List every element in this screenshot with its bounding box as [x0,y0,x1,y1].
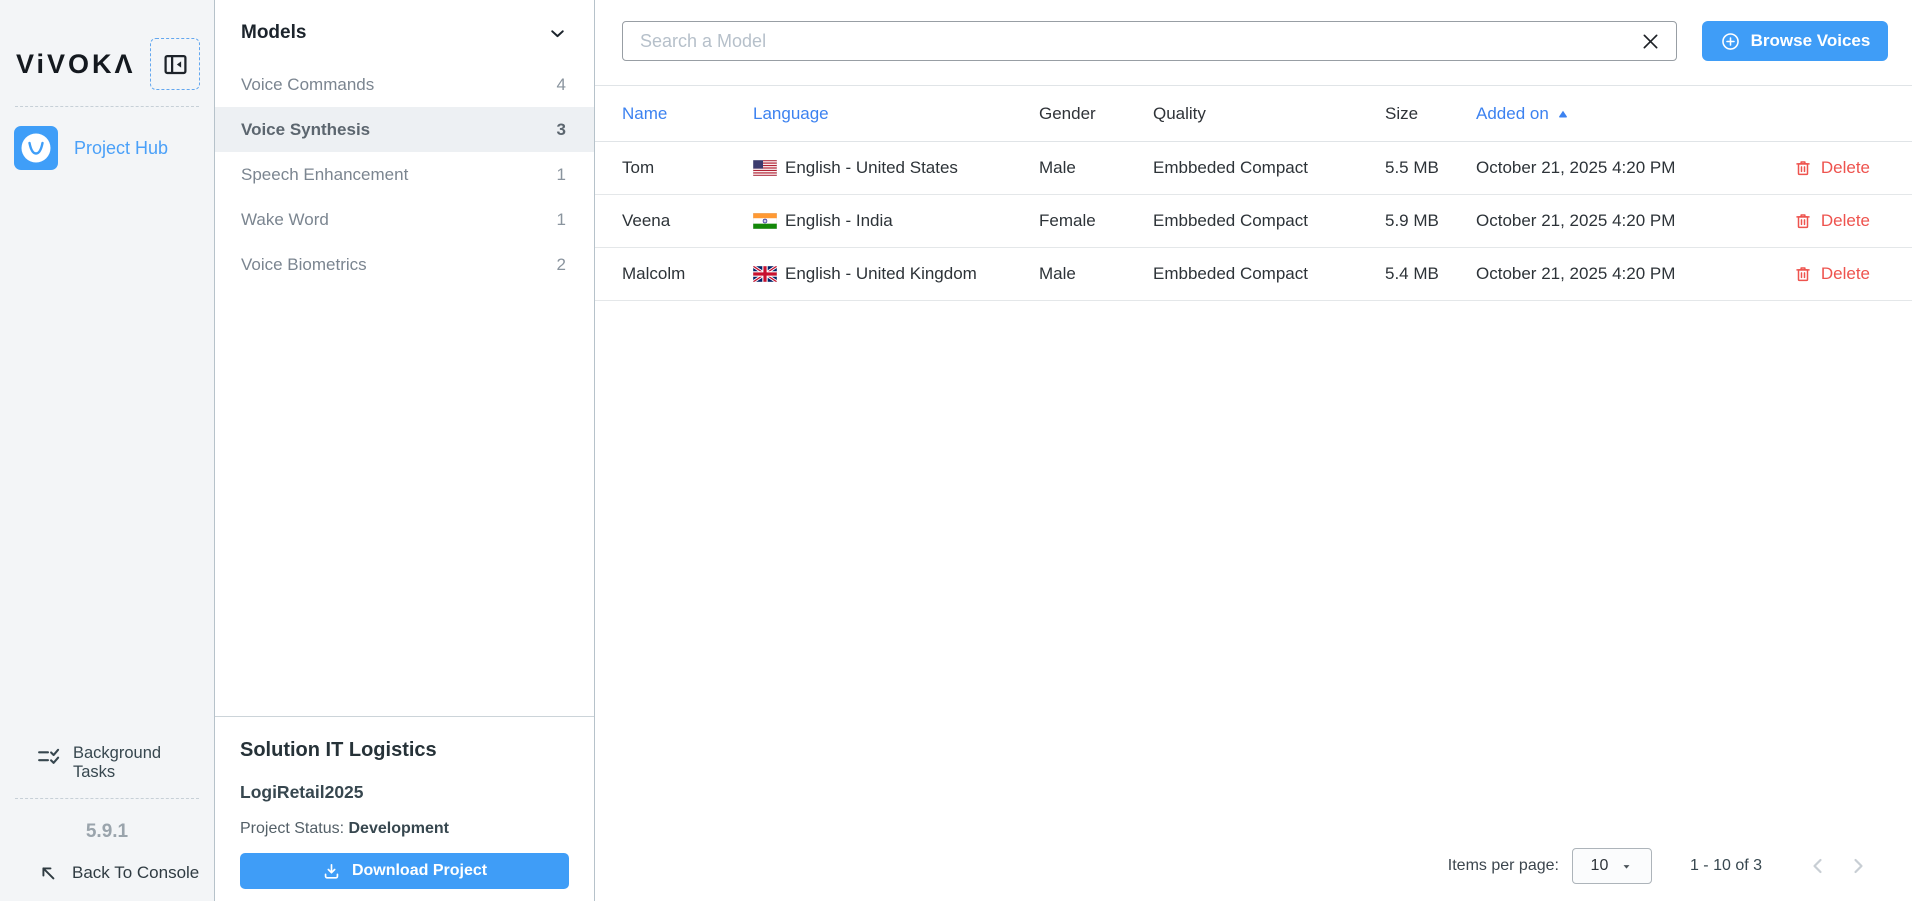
trash-icon [1794,212,1812,230]
project-status-value: Development [349,820,449,837]
browse-voices-label: Browse Voices [1751,31,1871,51]
project-hub-icon [14,126,58,170]
project-status-label: Project Status: [240,820,344,837]
cell-language: English - India [753,211,1039,231]
back-to-console-button[interactable]: Back To Console [0,863,214,883]
column-header-language[interactable]: Language [753,104,1039,124]
trash-icon [1794,159,1812,177]
dropdown-arrow-icon [1620,860,1633,873]
sort-ascending-icon [1556,107,1570,121]
left-sidebar: ViVOKΛ Project Hub [0,0,215,901]
cell-quality: Embbeded Compact [1153,158,1385,178]
background-tasks-label: Background Tasks [73,744,200,782]
column-header-name[interactable]: Name [622,104,753,124]
background-tasks-icon [36,744,61,769]
model-count-badge: 3 [557,120,566,140]
column-header-quality[interactable]: Quality [1153,104,1385,124]
solution-name: Solution IT Logistics [240,739,569,762]
next-page-button[interactable] [1838,846,1878,886]
arrow-up-left-icon [38,863,58,883]
models-header[interactable]: Models [215,0,594,62]
model-count-badge: 4 [557,75,566,95]
column-header-gender[interactable]: Gender [1039,104,1153,124]
cell-language: English - United States [753,158,1039,178]
vivoka-logo: ViVOKΛ [16,49,136,80]
back-to-console-label: Back To Console [72,863,199,883]
cell-quality: Embbeded Compact [1153,211,1385,231]
clear-search-button[interactable] [1637,28,1663,54]
cell-name: Veena [622,211,753,231]
collapse-sidebar-button[interactable] [150,38,200,90]
items-per-page-value: 10 [1591,857,1609,875]
trash-icon [1794,265,1812,283]
cell-size: 5.4 MB [1385,264,1476,284]
delete-button[interactable]: Delete [1794,264,1870,284]
cell-name: Malcolm [622,264,753,284]
table-row: Tom English - United [595,142,1912,195]
model-item-voice-biometrics[interactable]: Voice Biometrics 2 [215,242,594,287]
cell-size: 5.5 MB [1385,158,1476,178]
cell-added-on: October 21, 2025 4:20 PM [1476,158,1790,178]
us-flag-icon [753,160,777,176]
model-item-speech-enhancement[interactable]: Speech Enhancement 1 [215,152,594,197]
plus-circle-icon [1720,31,1741,52]
page-range-label: 1 - 10 of 3 [1690,857,1762,875]
sidebar-divider-top [15,106,199,107]
project-status: Project Status: Development [240,820,569,838]
chevron-left-icon [1806,854,1830,878]
cell-gender: Male [1039,158,1153,178]
pagination-bar: Items per page: 10 1 - 10 of 3 [595,846,1912,886]
table-header-row: Name Language Gender Quality Size Added … [595,86,1912,142]
model-count-badge: 1 [557,210,566,230]
models-title: Models [241,22,306,44]
table-row: Veena English - India Female Embbeded Co… [595,195,1912,248]
sidebar-divider-bottom [15,798,199,799]
cell-quality: Embbeded Compact [1153,264,1385,284]
model-item-voice-synthesis[interactable]: Voice Synthesis 3 [215,107,594,152]
cell-added-on: October 21, 2025 4:20 PM [1476,264,1790,284]
model-count-badge: 2 [557,255,566,275]
project-info-section: Solution IT Logistics LogiRetail2025 Pro… [215,716,594,901]
download-icon [322,862,341,881]
project-hub-label: Project Hub [74,138,168,159]
cell-added-on: October 21, 2025 4:20 PM [1476,211,1790,231]
delete-button[interactable]: Delete [1794,158,1870,178]
column-header-added-on[interactable]: Added on [1476,104,1790,124]
items-per-page-label: Items per page: [1448,857,1559,875]
models-table: Name Language Gender Quality Size Added … [595,85,1912,301]
close-icon [1640,31,1661,52]
chevron-right-icon [1846,854,1870,878]
table-row: Malcolm English - United Kingdom Male Em… [595,248,1912,301]
model-item-voice-commands[interactable]: Voice Commands 4 [215,62,594,107]
search-input[interactable] [622,21,1677,61]
uk-flag-icon [753,266,777,282]
version-label: 5.9.1 [0,821,214,843]
main-area: Browse Voices Name Language Gender Quali… [595,0,1912,901]
download-project-button[interactable]: Download Project [240,853,569,889]
sidebar-item-background-tasks[interactable]: Background Tasks [0,744,214,782]
chevron-down-icon [547,23,568,44]
collapse-panel-icon [162,51,189,78]
cell-language: English - United Kingdom [753,264,1039,284]
download-project-label: Download Project [352,862,487,880]
cell-gender: Female [1039,211,1153,231]
model-count-badge: 1 [557,165,566,185]
project-name: LogiRetail2025 [240,782,569,803]
cell-name: Tom [622,158,753,178]
delete-button[interactable]: Delete [1794,211,1870,231]
models-panel: Models Voice Commands 4 Voice Synthesis … [215,0,595,901]
model-item-wake-word[interactable]: Wake Word 1 [215,197,594,242]
items-per-page-select[interactable]: 10 [1572,848,1652,884]
cell-size: 5.9 MB [1385,211,1476,231]
column-header-size[interactable]: Size [1385,104,1476,124]
india-flag-icon [753,213,777,229]
sidebar-item-project-hub[interactable]: Project Hub [0,126,214,170]
browse-voices-button[interactable]: Browse Voices [1702,21,1888,61]
previous-page-button[interactable] [1798,846,1838,886]
cell-gender: Male [1039,264,1153,284]
